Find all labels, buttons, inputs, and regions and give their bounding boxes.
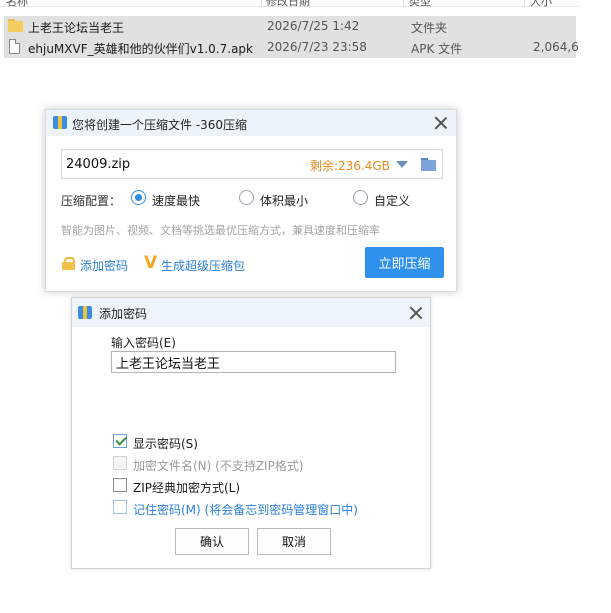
- password-dialog: 添加密码 输入密码(E) 显示密码(S) 加密文件名(N) (不支持ZIP格式)…: [71, 297, 431, 569]
- super-pack-link[interactable]: 生成超级压缩包: [161, 257, 245, 274]
- file-date: 2026/7/25 1:42: [267, 19, 360, 33]
- compress-now-button[interactable]: 立即压缩: [365, 247, 444, 278]
- add-password-link[interactable]: 添加密码: [80, 257, 128, 274]
- archive-app-icon: [53, 116, 67, 129]
- file-date: 2026/7/23 23:58: [267, 40, 367, 54]
- ok-button[interactable]: 确认: [175, 528, 249, 555]
- archive-filename[interactable]: 24009.zip: [66, 157, 130, 172]
- compress-dialog: 您将创建一个压缩文件 -360压缩 24009.zip 剩余:236.4GB 压…: [45, 109, 457, 292]
- radio-custom-label[interactable]: 自定义: [374, 192, 410, 209]
- column-name[interactable]: 名称: [6, 0, 28, 9]
- encrypt-filenames-label: 加密文件名(N) (不支持ZIP格式): [133, 459, 304, 473]
- password-input[interactable]: [111, 351, 396, 373]
- radio-smallest[interactable]: [239, 190, 254, 205]
- zip-classic-encryption-checkbox[interactable]: [113, 478, 127, 492]
- zip-classic-encryption-label[interactable]: ZIP经典加密方式(L): [133, 479, 240, 496]
- archive-app-icon: [78, 306, 92, 319]
- file-icon: [9, 39, 20, 54]
- radio-fastest[interactable]: [131, 190, 146, 205]
- column-divider[interactable]: [261, 0, 262, 7]
- radio-custom[interactable]: [353, 190, 368, 205]
- file-name: ehjuMXVF_英雄和他的伙伴们v1.0.7.apk: [28, 42, 253, 56]
- password-input-label: 输入密码(E): [111, 336, 176, 350]
- file-row-apk[interactable]: ehjuMXVF_英雄和他的伙伴们v1.0.7.apk 2026/7/23 23…: [4, 37, 579, 58]
- chevron-down-icon[interactable]: [396, 161, 408, 168]
- column-divider[interactable]: [524, 0, 525, 7]
- file-list-header: 名称 修改日期 类型 大小: [0, 0, 580, 9]
- compress-dialog-titlebar[interactable]: 您将创建一个压缩文件 -360压缩: [46, 110, 456, 136]
- radio-fastest-label[interactable]: 速度最快: [152, 192, 200, 209]
- file-row-folder[interactable]: 上老王论坛当老王 2026/7/25 1:42 文件夹: [4, 16, 576, 37]
- cancel-button[interactable]: 取消: [257, 528, 331, 555]
- column-size[interactable]: 大小: [530, 0, 552, 9]
- config-label: 压缩配置：: [61, 194, 122, 208]
- column-date[interactable]: 修改日期: [266, 0, 310, 9]
- encrypt-filenames-checkbox: [113, 456, 127, 470]
- show-password-checkbox[interactable]: [113, 434, 127, 448]
- password-dialog-title: 添加密码: [99, 307, 148, 321]
- close-icon[interactable]: [409, 306, 423, 320]
- vip-v-icon: V: [144, 253, 158, 273]
- show-password-label[interactable]: 显示密码(S): [133, 435, 198, 452]
- column-type[interactable]: 类型: [409, 0, 431, 9]
- remember-password-checkbox[interactable]: [113, 500, 127, 514]
- close-icon[interactable]: [434, 116, 448, 130]
- file-type: 文件夹: [411, 21, 448, 35]
- radio-smallest-label[interactable]: 体积最小: [260, 192, 308, 209]
- free-space-label: 剩余:236.4GB: [310, 159, 390, 173]
- folder-icon: [8, 19, 23, 32]
- column-divider[interactable]: [403, 0, 404, 7]
- compress-hint: 智能为图片、视频、文档等挑选最优压缩方式，兼具速度和压缩率: [61, 224, 380, 237]
- remember-password-label[interactable]: 记住密码(M) (将会备忘到密码管理窗口中): [133, 501, 358, 518]
- browse-folder-icon[interactable]: [421, 158, 436, 171]
- archive-path-field[interactable]: 24009.zip 剩余:236.4GB: [61, 149, 443, 179]
- lock-icon: [62, 257, 75, 270]
- password-dialog-titlebar[interactable]: 添加密码: [72, 298, 430, 327]
- compress-dialog-title: 您将创建一个压缩文件 -360压缩: [72, 118, 248, 132]
- file-type: APK 文件: [411, 42, 463, 56]
- file-size: 2,064,6: [533, 40, 579, 54]
- file-name: 上老王论坛当老王: [28, 21, 125, 35]
